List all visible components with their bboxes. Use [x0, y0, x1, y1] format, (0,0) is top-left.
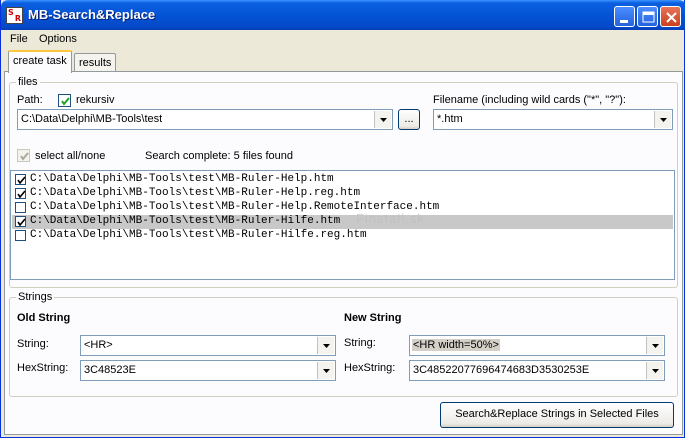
files-group-legend: files [16, 76, 40, 88]
chevron-down-icon [660, 118, 667, 122]
path-dropdown-button[interactable] [374, 111, 391, 128]
search-status: Search complete: 5 files found [145, 150, 293, 162]
select-all-checkbox[interactable] [17, 149, 30, 162]
new-string-dropdown-button[interactable] [646, 337, 663, 354]
minimize-icon [620, 20, 628, 23]
file-checkbox[interactable] [15, 230, 26, 241]
main-window: SR MB-Search&Replace File Options create… [0, 0, 685, 438]
filename-label: Filename (including wild cards ("*", "?"… [433, 94, 626, 106]
search-replace-button[interactable]: Search&Replace Strings in Selected Files [440, 402, 674, 428]
menu-options[interactable]: Options [39, 33, 77, 45]
old-string-label: String: [17, 338, 49, 350]
checkmark-icon [17, 176, 26, 185]
new-hex-dropdown-button[interactable] [646, 362, 663, 379]
old-hex-label: HexString: [17, 362, 69, 374]
list-item[interactable]: C:\Data\Delphi\MB-Tools\test\MB-Ruler-He… [12, 201, 673, 215]
old-string-heading: Old String [17, 312, 71, 324]
chevron-down-icon [323, 344, 330, 348]
file-checkbox[interactable] [15, 202, 26, 213]
file-path: C:\Data\Delphi\MB-Tools\test\MB-Ruler-Hi… [30, 215, 341, 227]
new-string-combobox[interactable]: <HR width=50%> [409, 335, 665, 356]
chevron-down-icon [652, 344, 659, 348]
recursive-checkbox[interactable] [58, 94, 71, 107]
old-hex-combobox[interactable]: 3C48523E [80, 360, 336, 381]
browse-button[interactable]: ... [398, 109, 420, 130]
path-label: Path: [17, 94, 43, 106]
new-hex-value: 3C48522077696474683D3530253E [413, 364, 590, 376]
new-hex-combobox[interactable]: 3C48522077696474683D3530253E [409, 360, 665, 381]
tab-results[interactable]: results [74, 53, 117, 73]
old-string-dropdown-button[interactable] [317, 337, 334, 354]
close-button[interactable] [660, 6, 681, 27]
checkmark-icon [61, 97, 70, 106]
file-path: C:\Data\Delphi\MB-Tools\test\MB-Ruler-Hi… [30, 229, 367, 241]
maximize-icon [642, 11, 655, 23]
list-item[interactable]: C:\Data\Delphi\MB-Tools\test\MB-Ruler-He… [12, 187, 673, 201]
window-title: MB-Search&Replace [28, 7, 156, 22]
file-checkbox[interactable] [15, 188, 26, 199]
new-string-label: String: [344, 337, 376, 349]
new-string-heading: New String [344, 312, 402, 324]
app-icon[interactable]: SR [6, 7, 23, 24]
checkmark-icon [17, 190, 26, 199]
old-string-combobox[interactable]: <HR> [80, 335, 336, 356]
menu-bar: File Options [1, 30, 685, 49]
new-hex-label: HexString: [344, 362, 396, 374]
old-hex-dropdown-button[interactable] [317, 362, 334, 379]
chevron-down-icon [323, 369, 330, 373]
checkmark-icon [17, 218, 26, 227]
list-item[interactable]: C:\Data\Delphi\MB-Tools\test\MB-Ruler-He… [12, 173, 673, 187]
path-combobox[interactable]: C:\Data\Delphi\MB-Tools\test [17, 109, 393, 130]
new-string-value: <HR width=50%> [412, 339, 500, 351]
file-checkbox[interactable] [15, 216, 26, 227]
tab-create-task[interactable]: create task [8, 50, 72, 73]
old-hex-value: 3C48523E [84, 364, 136, 376]
minimize-button[interactable] [614, 6, 635, 27]
title-bar[interactable]: SR MB-Search&Replace [1, 0, 685, 30]
filename-combobox[interactable]: *.htm [433, 109, 673, 130]
list-item[interactable]: C:\Data\Delphi\MB-Tools\test\MB-Ruler-Hi… [12, 229, 673, 243]
file-path: C:\Data\Delphi\MB-Tools\test\MB-Ruler-He… [30, 173, 334, 185]
recursive-label: rekursiv [76, 94, 115, 106]
strings-group-legend: Strings [16, 291, 55, 303]
checkmark-icon [20, 152, 29, 161]
file-checkbox[interactable] [15, 174, 26, 185]
path-value: C:\Data\Delphi\MB-Tools\test [21, 113, 163, 125]
select-all-label: select all/none [35, 150, 106, 162]
maximize-button[interactable] [637, 6, 658, 27]
menu-file[interactable]: File [10, 33, 28, 45]
chevron-down-icon [380, 118, 387, 122]
watermark: Finstall.sk [356, 211, 425, 226]
file-list[interactable]: C:\Data\Delphi\MB-Tools\test\MB-Ruler-He… [10, 170, 675, 280]
filename-dropdown-button[interactable] [654, 111, 671, 128]
close-icon [666, 12, 677, 23]
filename-value: *.htm [437, 113, 463, 125]
file-path: C:\Data\Delphi\MB-Tools\test\MB-Ruler-He… [30, 187, 361, 199]
list-item-selected[interactable]: C:\Data\Delphi\MB-Tools\test\MB-Ruler-Hi… [12, 215, 673, 229]
chevron-down-icon [652, 369, 659, 373]
old-string-value: <HR> [84, 339, 113, 351]
